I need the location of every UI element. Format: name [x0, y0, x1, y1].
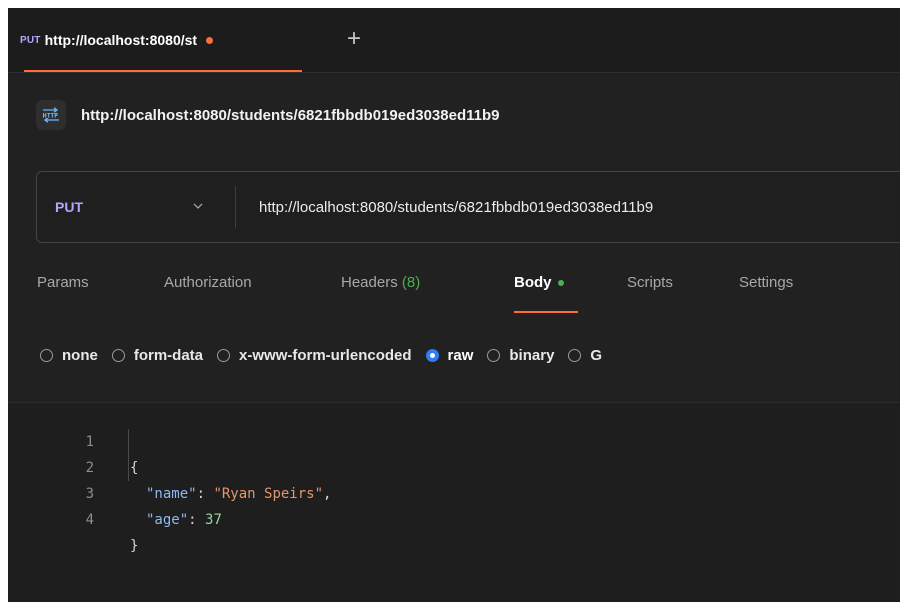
- tab-settings-label: Settings: [739, 274, 794, 291]
- radio-circle-icon: [487, 348, 501, 362]
- tab-authorization[interactable]: Authorization: [164, 274, 252, 318]
- tab-params-label: Params: [37, 274, 89, 291]
- radio-none-label: none: [62, 346, 98, 364]
- radio-circle-icon: [217, 348, 231, 362]
- chevron-down-icon: [193, 203, 203, 209]
- unsaved-dot-icon: [206, 36, 214, 44]
- radio-form-data[interactable]: form-data: [111, 346, 204, 364]
- json-key: "age": [146, 512, 189, 528]
- radio-urlencoded-label: x-www-form-urlencoded: [239, 346, 412, 364]
- radio-none[interactable]: none: [40, 347, 98, 364]
- code-text: }: [130, 538, 139, 554]
- tab-headers-label: Headers: [341, 274, 398, 291]
- radio-x-www-form-urlencoded[interactable]: x-www-form-urlencoded: [217, 347, 412, 364]
- code-line: 2 "name": "Ryan Speirs",: [8, 429, 900, 502]
- tab-scripts[interactable]: Scripts: [627, 274, 673, 318]
- tab-body-label: Body: [514, 274, 552, 291]
- url-bar: PUT http://localhost:8080/students/6821f…: [36, 171, 900, 243]
- tab-headers[interactable]: Headers (8): [341, 274, 420, 318]
- request-tab[interactable]: PUT http://localhost:8080/st: [8, 8, 304, 72]
- radio-raw-label: raw: [447, 346, 474, 364]
- radio-binary[interactable]: binary: [487, 347, 554, 364]
- body-type-selector: none form-data x-www-form-urlencoded raw…: [40, 342, 616, 368]
- request-header: http://localhost:8080/students/6821fbbdb…: [36, 100, 499, 130]
- tab-method-label: PUT: [20, 34, 41, 46]
- radio-graphql[interactable]: G: [568, 347, 602, 364]
- tab-params[interactable]: Params: [37, 274, 89, 318]
- radio-form-data-label: form-data: [133, 346, 204, 364]
- code-text: "age": 37: [146, 507, 222, 533]
- body-editor[interactable]: 1 { 2 "name": "Ryan Speirs", 3 "age": 37…: [8, 403, 900, 602]
- json-colon: :: [188, 512, 206, 528]
- line-number: 4: [85, 512, 94, 528]
- code-line: 1 {: [8, 403, 900, 476]
- tab-strip: PUT http://localhost:8080/st +: [8, 8, 900, 73]
- method-label: PUT: [55, 199, 83, 215]
- headers-count: (8): [401, 274, 421, 291]
- radio-graphql-label: G: [590, 346, 603, 364]
- tab-body[interactable]: Body: [514, 274, 578, 318]
- active-request-tab-indicator: [514, 311, 578, 313]
- json-number-value: 37: [205, 512, 222, 528]
- method-select[interactable]: PUT: [37, 172, 237, 242]
- radio-circle-icon: [111, 348, 125, 362]
- request-title[interactable]: http://localhost:8080/students/6821fbbdb…: [81, 107, 499, 124]
- http-icon: [36, 100, 66, 130]
- tab-settings[interactable]: Settings: [739, 274, 793, 318]
- code-line: 3 "age": 37: [8, 455, 900, 528]
- active-tab-indicator: [24, 70, 302, 72]
- radio-raw[interactable]: raw: [425, 346, 474, 364]
- url-input[interactable]: http://localhost:8080/students/6821fbbdb…: [259, 172, 900, 242]
- tab-scripts-label: Scripts: [627, 274, 673, 291]
- new-tab-button[interactable]: +: [339, 24, 369, 54]
- radio-binary-label: binary: [509, 346, 555, 364]
- radio-circle-icon: [568, 348, 582, 362]
- postman-window: PUT http://localhost:8080/st + http://lo…: [8, 8, 900, 602]
- radio-selected-icon: [425, 348, 439, 362]
- url-divider: [235, 186, 236, 228]
- radio-circle-icon: [40, 348, 53, 362]
- tab-authorization-label: Authorization: [164, 274, 252, 291]
- tab-title: http://localhost:8080/st: [44, 32, 198, 48]
- code-line: 4 }: [8, 481, 900, 554]
- body-modified-dot-icon: [557, 280, 564, 287]
